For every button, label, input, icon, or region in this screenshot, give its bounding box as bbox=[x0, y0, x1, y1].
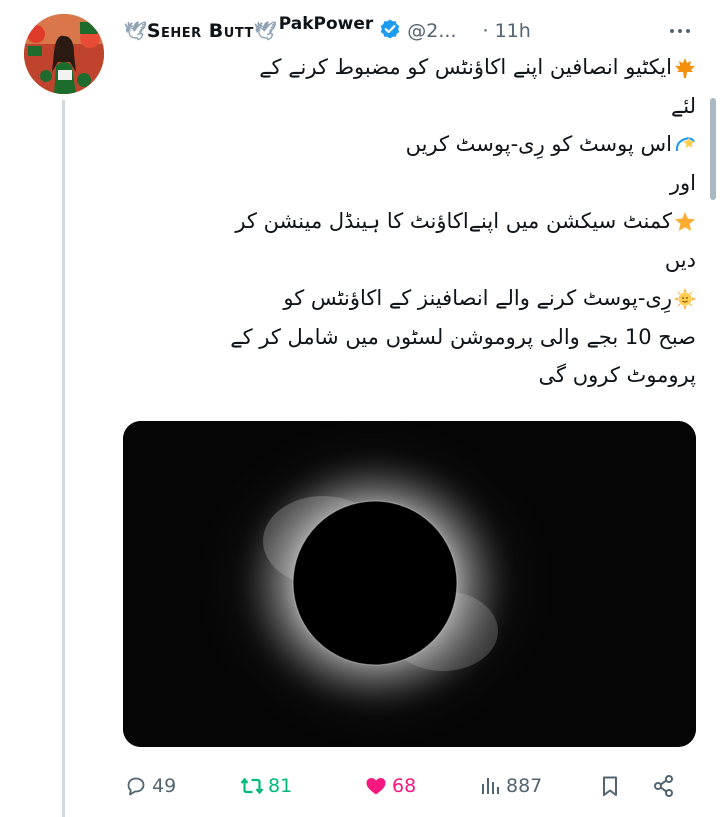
views-icon bbox=[482, 778, 499, 794]
reply-button[interactable]: 49 bbox=[124, 766, 176, 806]
tweet-text: ایکٹیو انصافین اپنے اکاؤنٹس کو مضبوط کرن… bbox=[120, 48, 696, 395]
bookmark-button[interactable] bbox=[598, 766, 622, 806]
glowing-star-emoji-icon bbox=[675, 212, 695, 231]
like-button[interactable]: 68 bbox=[364, 766, 416, 806]
text-line: اور bbox=[120, 164, 696, 203]
like-icon bbox=[366, 778, 386, 795]
reply-count: 49 bbox=[152, 775, 177, 797]
text-line: اس پوسٹ کو رِی-پوسٹ کریں bbox=[120, 125, 696, 164]
repost-icon bbox=[240, 777, 264, 795]
maple-leaf-emoji-icon bbox=[675, 58, 695, 78]
dove-icon: 🕊 bbox=[124, 20, 147, 42]
tweet-actions: 49 81 68 887 bbox=[124, 766, 696, 806]
verified-badge-icon[interactable] bbox=[379, 18, 401, 40]
tweet-header: 🕊 Seher Butt 🕊 PakPower @2... · 11h bbox=[124, 12, 704, 52]
text-line: صبح 10 بجے والی پروموشن لسٹوں میں شامل ک… bbox=[120, 318, 696, 357]
more-icon[interactable] bbox=[668, 18, 702, 48]
bookmark-icon bbox=[603, 776, 617, 796]
text-line-content: رِی-پوسٹ کرنے والے انصافینز کے اکاؤنٹس ک… bbox=[283, 286, 672, 310]
text-line-content: لئے bbox=[670, 93, 696, 118]
sun-face-emoji-icon bbox=[674, 288, 696, 310]
text-line: کمنٹ سیکشن میں اپنےاکاؤنٹ کا ہینڈل مینشن… bbox=[120, 202, 696, 241]
repost-count: 81 bbox=[268, 775, 293, 797]
text-line-content: دیں bbox=[664, 247, 696, 272]
text-line-content: ایکٹیو انصافین اپنے اکاؤنٹس کو مضبوط کرن… bbox=[259, 55, 672, 79]
tweet-media-image[interactable] bbox=[123, 421, 696, 747]
reply-icon bbox=[127, 777, 145, 796]
view-count: 887 bbox=[506, 775, 543, 797]
text-line-content: پروموٹ کروں گی bbox=[538, 363, 696, 387]
text-line: لئے bbox=[120, 87, 696, 126]
display-name-text[interactable]: Seher Butt bbox=[147, 20, 254, 42]
text-line-content: اور bbox=[669, 170, 696, 195]
scrollbar-thumb[interactable] bbox=[710, 98, 716, 200]
text-line: ایکٹیو انصافین اپنے اکاؤنٹس کو مضبوط کرن… bbox=[120, 48, 696, 87]
text-line: رِی-پوسٹ کرنے والے انصافینز کے اکاؤنٹس ک… bbox=[120, 279, 696, 318]
text-line-content: صبح 10 بجے والی پروموشن لسٹوں میں شامل ک… bbox=[230, 324, 696, 349]
repost-button[interactable]: 81 bbox=[240, 766, 292, 806]
dove-icon: 🕊 bbox=[253, 20, 277, 42]
share-icon bbox=[654, 775, 673, 797]
solar-eclipse-image bbox=[123, 421, 696, 747]
thread-line bbox=[62, 100, 65, 817]
share-button[interactable] bbox=[652, 766, 676, 806]
author-avatar[interactable] bbox=[24, 14, 104, 94]
views-button[interactable]: 887 bbox=[478, 766, 542, 806]
separator-dot: · bbox=[482, 20, 489, 42]
text-line: پروموٹ کروں گی bbox=[120, 356, 696, 395]
tweet-timestamp[interactable]: 11h bbox=[495, 20, 531, 42]
name-tag: PakPower bbox=[278, 14, 374, 34]
like-count: 68 bbox=[392, 775, 417, 797]
display-name[interactable]: 🕊 Seher Butt 🕊 bbox=[124, 20, 277, 42]
text-line: دیں bbox=[120, 241, 696, 280]
author-handle[interactable]: @2... bbox=[407, 20, 456, 42]
dizzy-emoji-icon bbox=[675, 137, 695, 152]
text-line-content: کمنٹ سیکشن میں اپنےاکاؤنٹ کا ہینڈل مینشن… bbox=[235, 209, 672, 233]
text-line-content: اس پوسٹ کو رِی-پوسٹ کریں bbox=[405, 132, 672, 156]
